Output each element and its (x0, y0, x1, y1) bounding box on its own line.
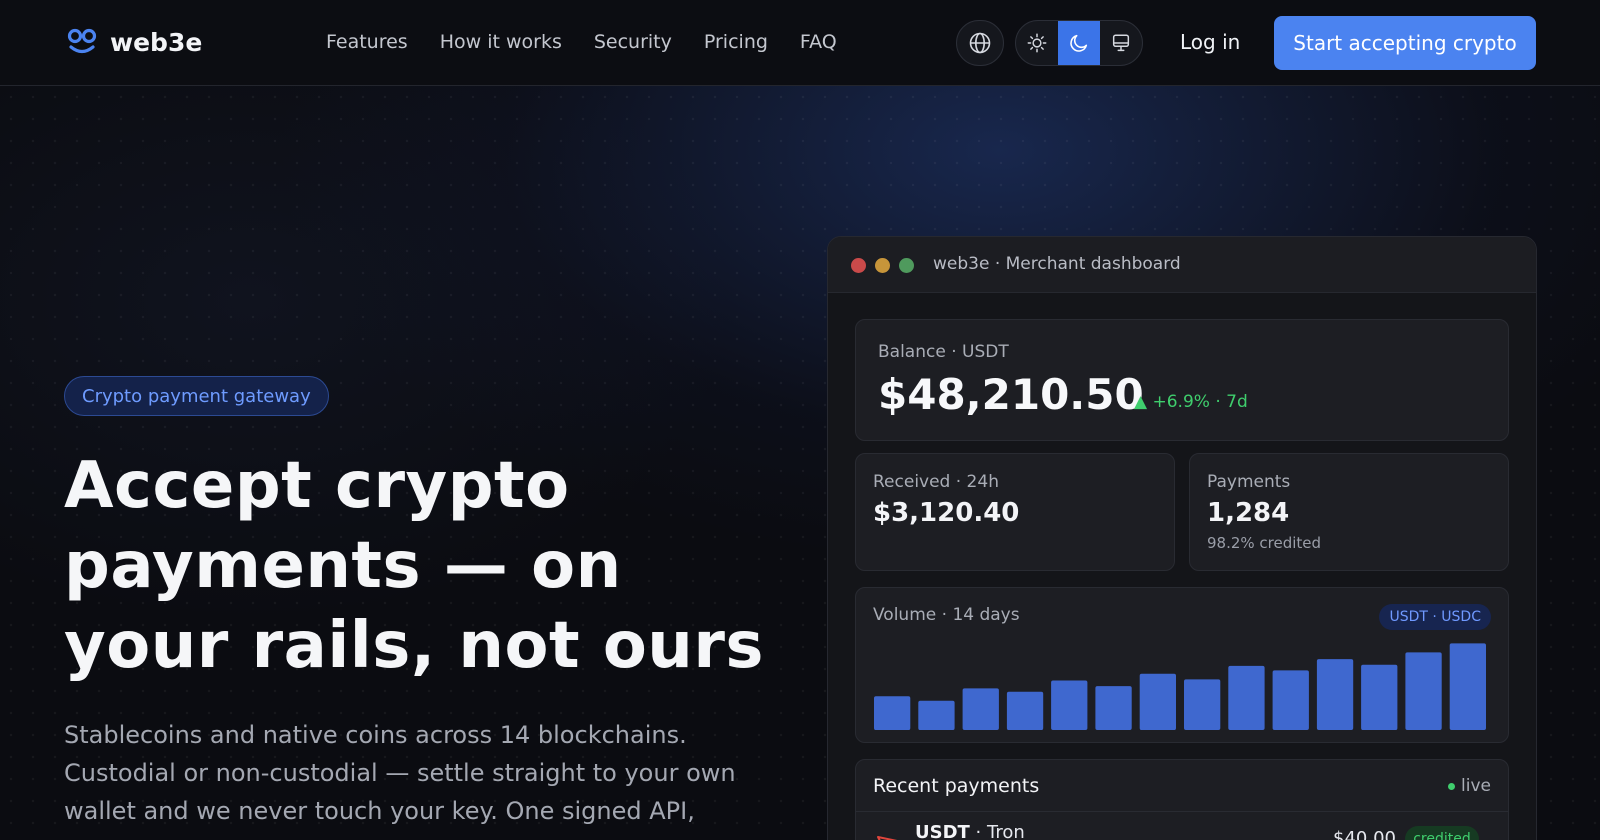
nav-link-features[interactable]: Features (326, 31, 408, 53)
received-label: Received · 24h (873, 472, 999, 492)
theme-light-button[interactable] (1016, 21, 1058, 65)
received-card: Received · 24h $3,120.40 (855, 453, 1175, 571)
volume-bar-10 (1272, 670, 1309, 730)
volume-bar-8 (1184, 679, 1221, 730)
recent-payments-card: Recent payments live USDT · Tron $40.00 … (855, 759, 1509, 840)
volume-bar-2 (918, 700, 955, 730)
volume-bar-5 (1051, 680, 1088, 730)
volume-label: Volume · 14 days (873, 605, 1020, 625)
volume-bar-14 (1449, 643, 1486, 730)
logo-icon (67, 28, 97, 54)
payment-network: Tron (986, 822, 1025, 840)
moon-icon (1070, 34, 1088, 52)
payments-label: Payments (1207, 472, 1291, 492)
live-label: live (1461, 776, 1491, 796)
window-titlebar: web3e · Merchant dashboard (828, 237, 1536, 293)
volume-bar-1 (874, 696, 911, 730)
hero-subtitle: Stablecoins and native coins across 14 b… (64, 721, 736, 825)
live-dot-icon (1448, 782, 1456, 790)
volume-bar-chart (874, 643, 1486, 730)
login-link[interactable]: Log in (1180, 30, 1240, 54)
theme-switcher (1015, 20, 1143, 66)
brand-logo[interactable]: web3e (66, 26, 202, 58)
window-maximize-dot (899, 258, 914, 273)
window-close-dot (851, 258, 866, 273)
volume-bar-3 (962, 688, 999, 730)
hero-title: Accept crypto payments — on your rails, … (64, 449, 764, 683)
balance-card: Balance · USDT $48,210.50 ▲ +6.9% · 7d (855, 319, 1509, 441)
payment-status-badge: credited (1405, 826, 1479, 840)
payment-amount: $40.00 (1333, 828, 1396, 840)
theme-system-button[interactable] (1100, 21, 1142, 65)
received-value: $3,120.40 (873, 498, 1020, 528)
volume-bar-7 (1139, 673, 1176, 730)
nav-link-faq[interactable]: FAQ (800, 31, 837, 53)
recent-payments-title: Recent payments (873, 775, 1040, 797)
merchant-dashboard-preview: web3e · Merchant dashboard Balance · USD… (827, 236, 1537, 840)
payment-coin: USDT · Tron (915, 822, 1025, 840)
hero-badge: Crypto payment gateway (64, 376, 329, 416)
volume-currency-tag: USDT · USDC (1379, 604, 1491, 630)
balance-change: ▲ +6.9% · 7d (1134, 392, 1248, 412)
theme-dark-button[interactable] (1058, 21, 1100, 65)
monitor-icon (1112, 34, 1130, 52)
payments-card: Payments 1,284 98.2% credited (1189, 453, 1509, 571)
payment-coin-symbol: USDT (915, 822, 970, 840)
volume-bar-13 (1405, 652, 1442, 730)
window-minimize-dot (875, 258, 890, 273)
payments-credited: 98.2% credited (1207, 534, 1322, 552)
top-navbar: web3e Features How it works Security Pri… (0, 0, 1600, 86)
sun-icon (1027, 33, 1047, 53)
volume-card: Volume · 14 days USDT · USDC (855, 587, 1509, 743)
tron-icon (877, 836, 898, 840)
nav-link-security[interactable]: Security (594, 31, 672, 53)
volume-bar-11 (1316, 659, 1354, 730)
language-button[interactable] (956, 20, 1004, 66)
brand-name: web3e (110, 27, 203, 57)
payment-row[interactable]: USDT · Tron $40.00 credited (873, 822, 1493, 840)
nav-link-how-it-works[interactable]: How it works (440, 31, 562, 53)
recent-payments-header: Recent payments live (856, 760, 1508, 812)
volume-bar-9 (1228, 665, 1265, 730)
start-accepting-crypto-button[interactable]: Start accepting crypto (1274, 16, 1536, 70)
payments-value: 1,284 (1207, 498, 1290, 528)
balance-amount: $48,210.50 (878, 370, 1144, 419)
globe-icon (969, 32, 991, 54)
live-indicator: live (1448, 776, 1491, 796)
balance-label: Balance · USDT (878, 342, 1009, 362)
nav-link-pricing[interactable]: Pricing (704, 31, 768, 53)
window-title: web3e · Merchant dashboard (933, 254, 1181, 274)
volume-bar-4 (1006, 691, 1044, 730)
main-menu: Features How it works Security Pricing F… (326, 31, 837, 53)
volume-bar-12 (1361, 664, 1398, 730)
volume-bar-6 (1095, 686, 1132, 730)
